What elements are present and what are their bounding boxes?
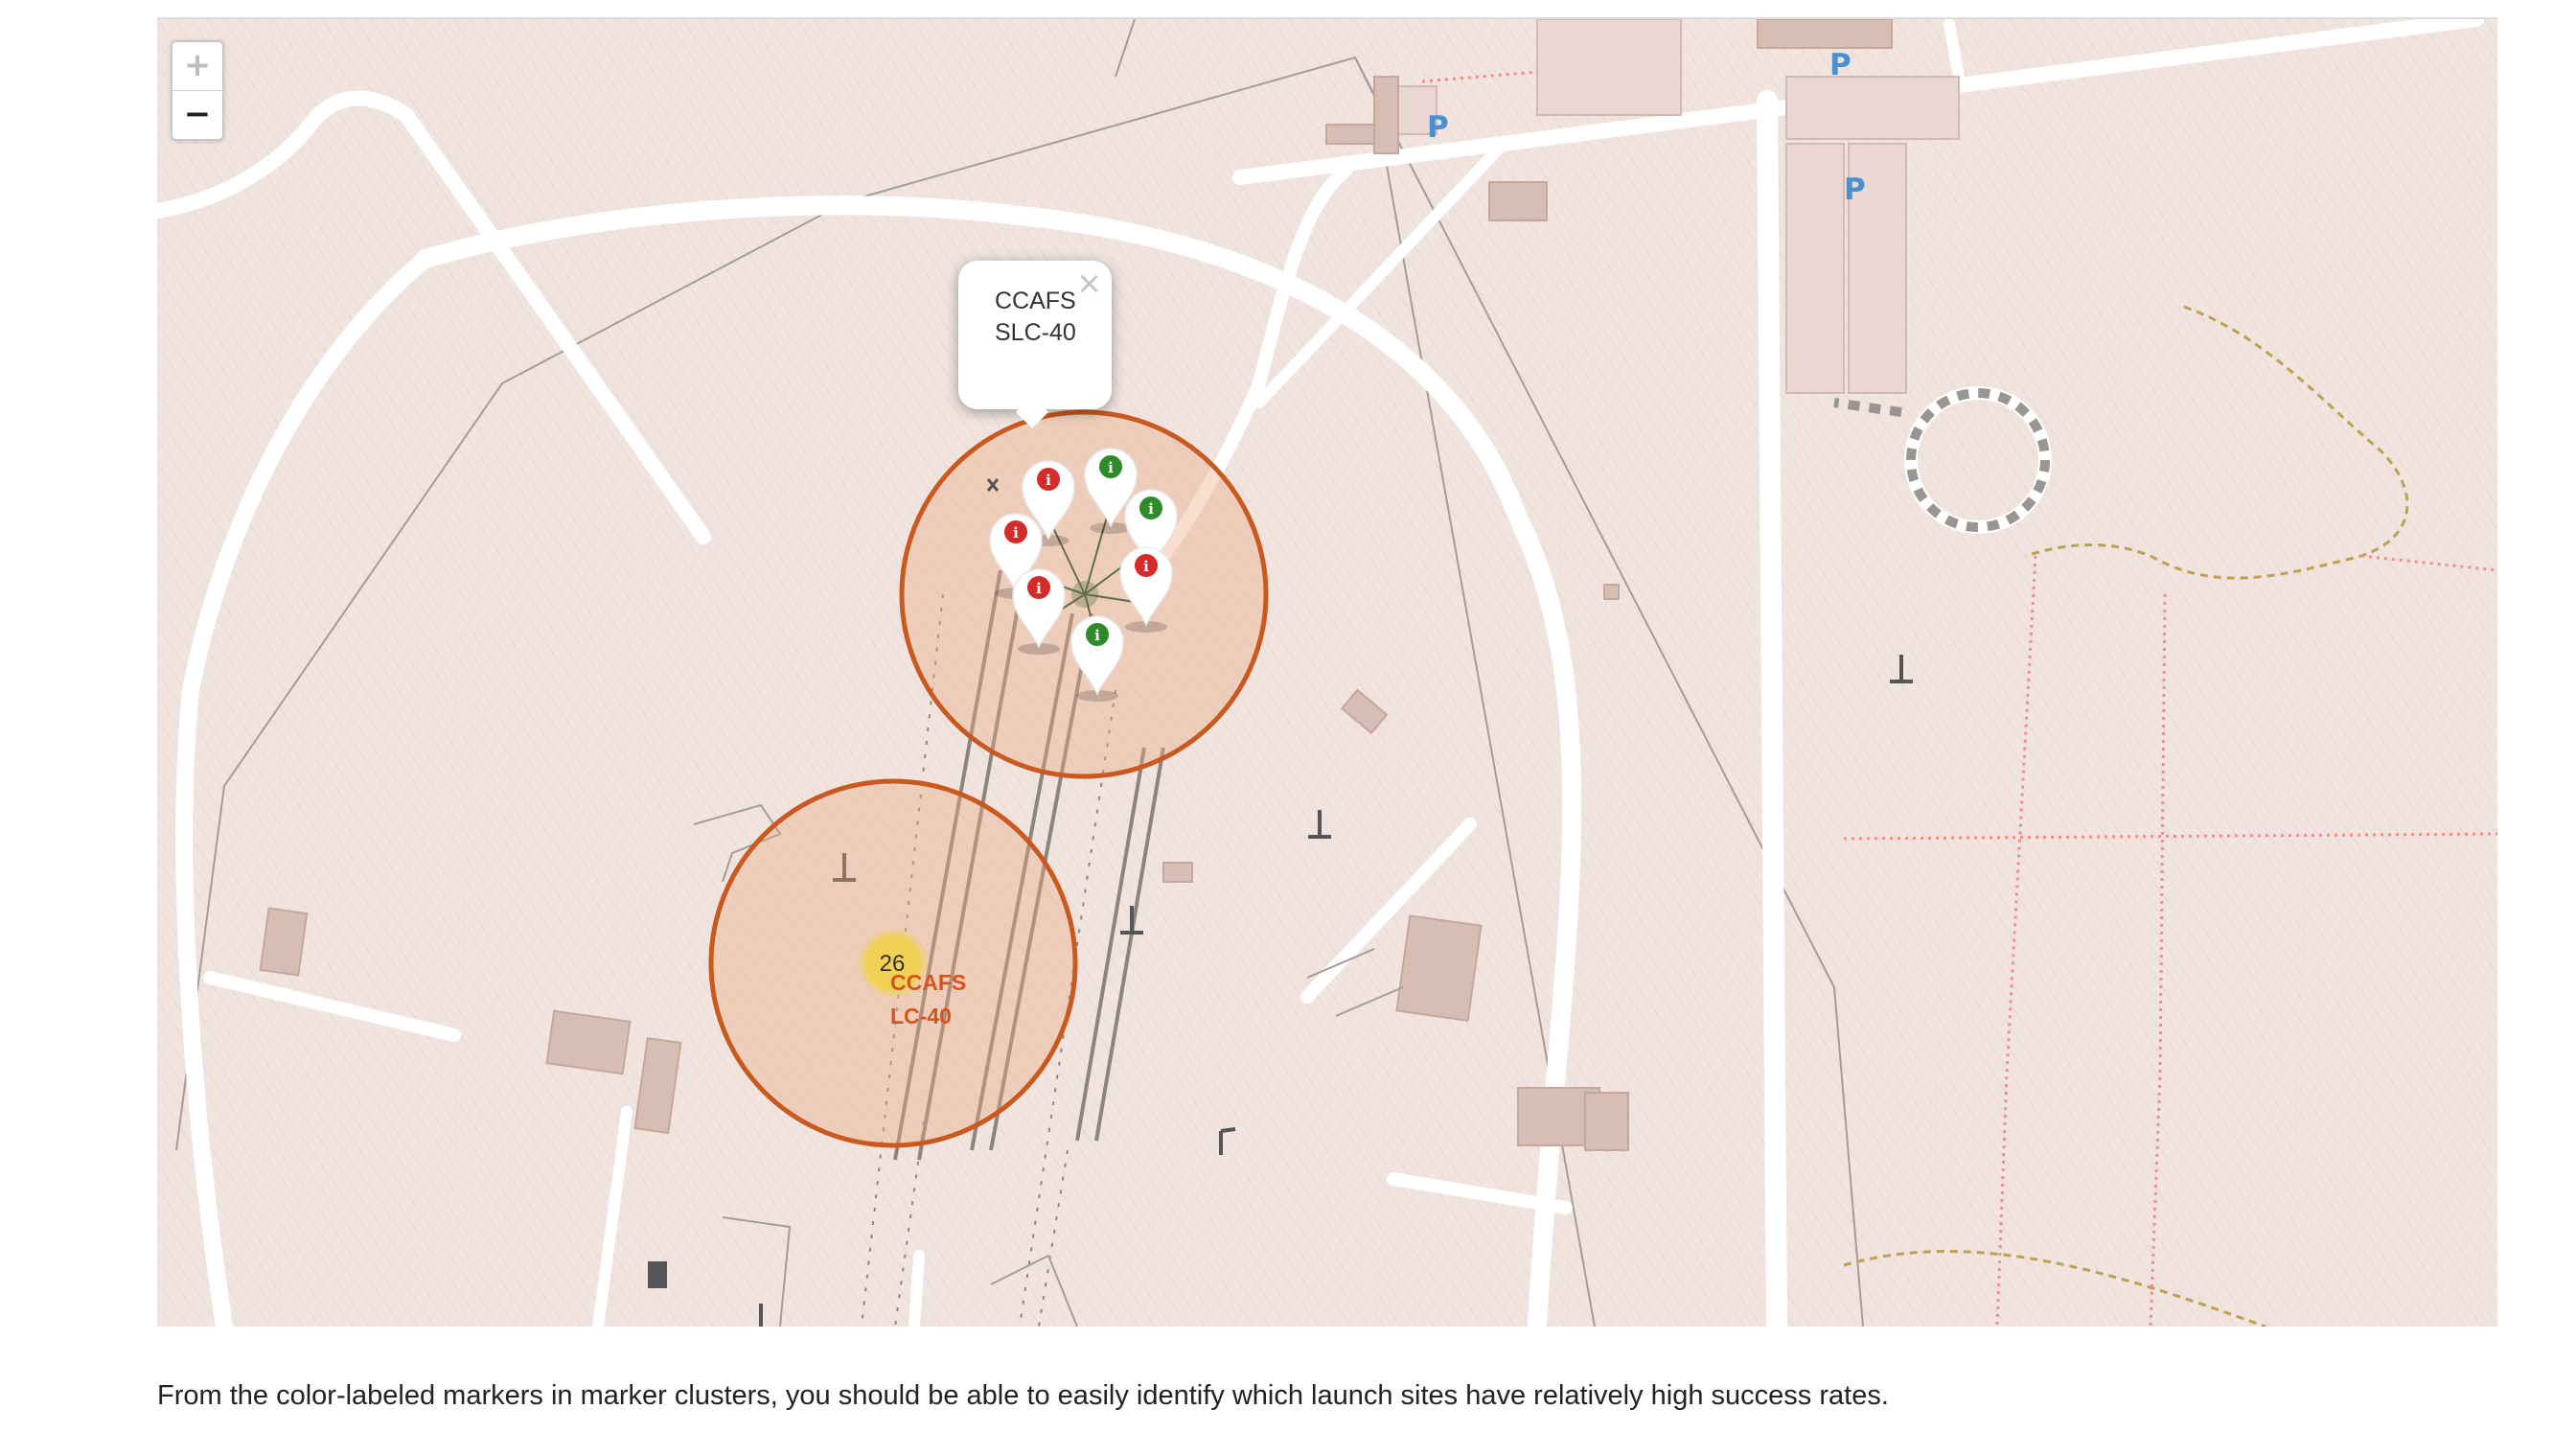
svg-text:i: i (1013, 524, 1019, 542)
launch-site-label: CCAFS LC-40 (890, 970, 967, 1028)
marker-layer: i i i i i i i (989, 448, 1178, 703)
map-view[interactable]: P P P i i i i i i i 26 CCAFS LC-40 CCAFS… (157, 17, 2497, 1327)
zoom-in-button[interactable]: + (172, 42, 222, 91)
svg-text:i: i (1108, 459, 1114, 476)
svg-text:i: i (1036, 580, 1042, 597)
marker-success[interactable]: i (1070, 615, 1124, 703)
marker-failure[interactable]: i (1012, 568, 1066, 656)
svg-text:i: i (1143, 558, 1149, 575)
zoom-control: + − (171, 40, 224, 141)
caption-text: From the color-labeled markers in marker… (157, 1380, 1889, 1411)
zoom-out-button[interactable]: − (172, 91, 222, 139)
marker-failure[interactable]: i (1119, 546, 1173, 634)
svg-text:i: i (1094, 627, 1100, 644)
popup-text: CCAFS SLC-40 (995, 288, 1076, 346)
launch-site-popup: CCAFS SLC-40 × (958, 261, 1112, 428)
popup-close-button[interactable]: × (1076, 265, 1102, 301)
svg-text:i: i (1046, 472, 1051, 489)
svg-text:i: i (1148, 500, 1154, 518)
